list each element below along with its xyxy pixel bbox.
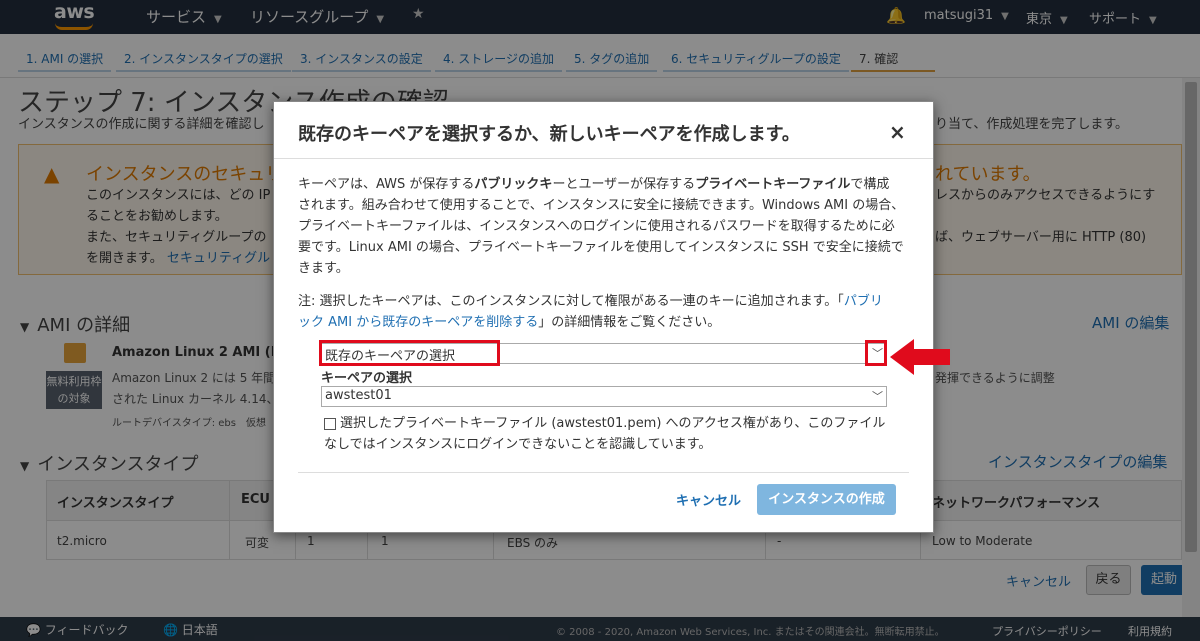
acknowledge-checkbox[interactable]: [324, 418, 336, 430]
create-instance-button[interactable]: インスタンスの作成: [757, 484, 896, 515]
keypair-select[interactable]: awstest01 ﹀: [321, 386, 887, 407]
dialog-title: 既存のキーペアを選択するか、新しいキーペアを作成します。: [298, 124, 800, 145]
text-part: で構成: [850, 177, 890, 192]
keypair-label: キーペアの選択: [321, 371, 413, 386]
remove-keypair-link[interactable]: ック AMI から既存のキーペアを削除する: [298, 315, 538, 330]
text-part: ーとユーザーが保存する: [552, 177, 696, 192]
red-arrow-icon: [890, 339, 950, 375]
description-text: きます。: [298, 261, 349, 276]
chevron-down-icon[interactable]: ﹀: [872, 388, 883, 404]
text-part: キーペアは、AWS が保存する: [298, 177, 475, 192]
acknowledge-text: 選択したプライベートキーファイル (awstest01.pem) へのアクセス権…: [340, 416, 886, 431]
text-part: パブリックキ: [474, 177, 553, 192]
divider: [298, 472, 909, 473]
keypair-dialog: 既存のキーペアを選択するか、新しいキーペアを作成します。 × キーペアは、AWS…: [273, 101, 934, 533]
description-text: 要です。Linux AMI の場合、プライベートキーファイルを使用してインスタン…: [298, 240, 904, 255]
highlight-box: [865, 340, 887, 366]
description-text: キーペアは、AWS が保存するパブリックキーとユーザーが保存するプライベートキー…: [298, 174, 889, 195]
acknowledge-text: なしではインスタンスにログインできないことを認識しています。: [324, 437, 712, 452]
dialog-cancel-button[interactable]: キャンセル: [676, 490, 741, 509]
description-text: されます。組み合わせて使用することで、インスタンスに安全に接続できます。Wind…: [298, 198, 905, 213]
description-text: プライベートキーファイルは、インスタンスへのログインに使用されるパスワードを取得…: [298, 219, 895, 234]
select-value: awstest01: [325, 388, 392, 403]
note-text: 注: 選択したキーペアは、このインスタンスに対して権限がある一連のキーに追加され…: [298, 291, 883, 312]
text-part: 」の詳細情報をご覧ください。: [538, 315, 721, 330]
text-part: プライベートキーファイル: [695, 177, 851, 192]
remove-keypair-link[interactable]: パブリ: [844, 294, 883, 309]
text-part: 注: 選択したキーペアは、このインスタンスに対して権限がある一連のキーに追加され…: [298, 294, 844, 309]
close-icon[interactable]: ×: [889, 120, 906, 144]
highlight-box: [319, 340, 500, 366]
divider: [274, 158, 933, 159]
note-text: ック AMI から既存のキーペアを削除する」の詳細情報をご覧ください。: [298, 312, 720, 333]
